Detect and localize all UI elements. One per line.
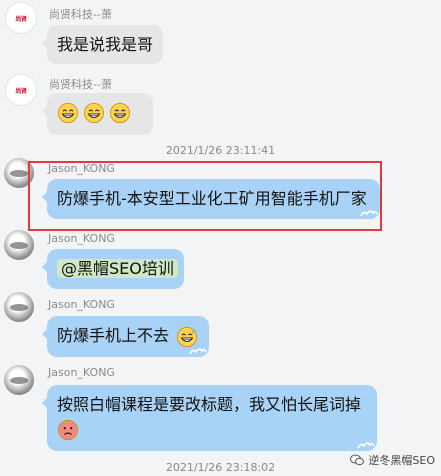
grin-sweat-face-emoji-icon [177,326,198,347]
grin-face-emoji-icon [58,102,78,123]
avatar[interactable]: 尚贤 [6,75,36,105]
grin-face-emoji-icon [110,102,130,123]
message-bubble[interactable]: 防爆手机上不去 [42,316,209,357]
highlight-box [28,161,382,231]
sender-name: 尚贤科技--萧 [49,78,112,91]
avatar[interactable] [4,292,34,322]
watermark: 逆冬黑帽SEO [350,452,435,468]
message-bubble[interactable]: 我是说我是哥 [42,25,163,64]
message-text: 我是说我是哥 [57,35,154,54]
avatar[interactable] [4,230,34,260]
avatar-logo-text: 尚贤 [15,87,27,95]
emoji-row [57,418,367,441]
red-sad-face-emoji-icon [58,419,78,440]
sender-name: Jason_KONG [48,232,115,245]
sender-name: Jason_KONG [48,298,115,311]
watermark-text: 逆冬黑帽SEO [368,454,435,467]
message-text: 防爆手机上不去 [57,326,170,345]
message-bubble[interactable]: 按照白帽课程是要改标题，我又怕长尾词掉 [42,385,377,451]
mention-text[interactable]: @黑帽SEO培训 [57,259,178,278]
message-bubble[interactable]: @黑帽SEO培训 [42,249,184,289]
avatar[interactable]: 尚贤 [6,3,36,33]
grin-face-emoji-icon [84,102,104,123]
message-text: 按照白帽课程是要改标题，我又怕长尾词掉 [57,395,362,414]
avatar[interactable] [4,365,34,395]
wechat-icon [350,454,365,466]
message-bubble[interactable] [42,93,153,135]
timestamp: 2021/1/26 23:11:41 [165,144,276,157]
emoji-row [174,326,198,347]
bubble-wave-icon [189,346,207,356]
bubble-wave-icon [357,440,375,450]
emoji-row [57,102,131,123]
sender-name: Jason_KONG [48,366,115,379]
avatar-logo-text: 尚贤 [15,15,27,23]
sender-name: 尚贤科技--萧 [49,8,112,21]
